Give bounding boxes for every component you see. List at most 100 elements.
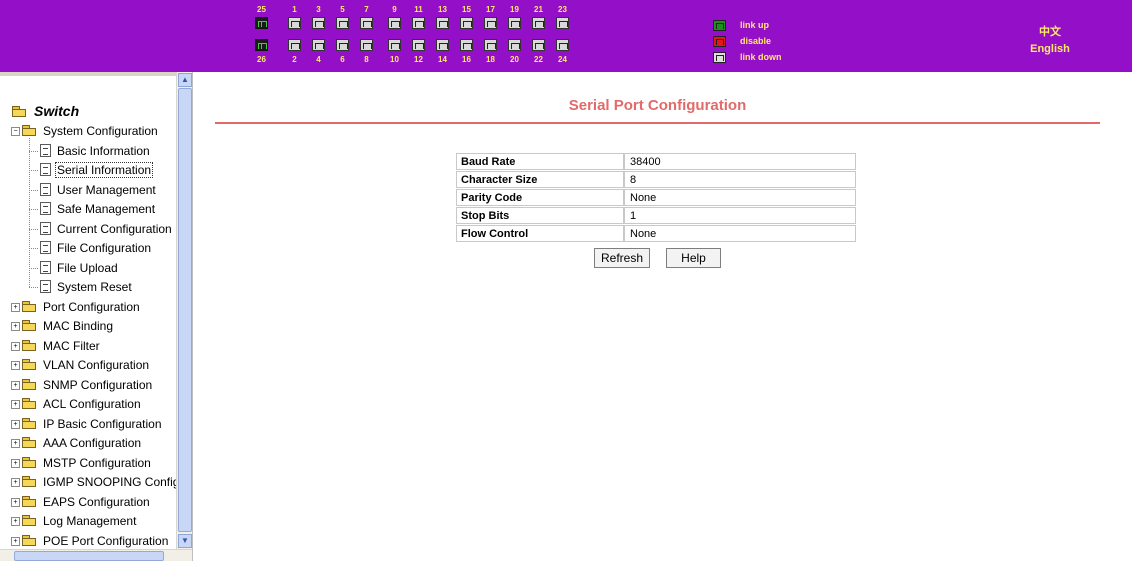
top-banner: 25 1 3 5 7 9 11 13 15 17 19 21 23 26 2 4 6 8 10 12 14 16 18 20 2… xyxy=(0,0,1132,72)
refresh-button[interactable]: Refresh xyxy=(594,248,650,268)
tree-item-label: AAA Configuration xyxy=(43,436,142,450)
expand-icon[interactable]: + xyxy=(11,341,20,351)
config-label: Character Size xyxy=(456,171,624,188)
port-number: 15 xyxy=(462,5,471,14)
config-row: Character Size 8 xyxy=(456,171,856,188)
scroll-down-icon[interactable]: ▼ xyxy=(178,534,192,548)
serial-config-table: Baud Rate 38400 Character Size 8 Parity Code… xyxy=(456,152,856,243)
gigabit-port-icon[interactable] xyxy=(255,39,268,51)
tree-connector xyxy=(29,189,38,191)
ethernet-port-icon[interactable] xyxy=(336,17,349,29)
ethernet-port-icon[interactable] xyxy=(388,39,401,51)
port-number: 23 xyxy=(558,5,567,14)
port-number: 17 xyxy=(486,5,495,14)
ethernet-port-icon[interactable] xyxy=(360,17,373,29)
tree-item-label: IGMP SNOOPING Config xyxy=(43,475,180,489)
tree-item-label: ACL Configuration xyxy=(43,397,141,411)
title-divider xyxy=(215,122,1100,124)
ethernet-port-icon[interactable] xyxy=(556,39,569,51)
page-icon xyxy=(40,260,51,274)
ethernet-port-icon[interactable] xyxy=(312,39,325,51)
tree-item-label: System Reset xyxy=(57,280,132,294)
vertical-scrollbar[interactable]: ▲ ▼ xyxy=(176,72,192,549)
ethernet-port-icon[interactable] xyxy=(436,17,449,29)
config-value: 8 xyxy=(624,171,856,188)
language-chinese-link[interactable]: 中文 xyxy=(1010,24,1090,41)
expand-icon[interactable]: + xyxy=(11,439,20,448)
port-number: 16 xyxy=(462,55,471,64)
ethernet-port-icon[interactable] xyxy=(532,39,545,51)
ethernet-port-icon[interactable] xyxy=(360,39,373,51)
tree-item-label: Port Configuration xyxy=(43,299,140,314)
ethernet-port-icon[interactable] xyxy=(460,17,473,29)
page-icon xyxy=(40,202,51,215)
page-title: Serial Port Configuration xyxy=(568,97,747,114)
ethernet-port-icon[interactable] xyxy=(388,17,401,29)
config-label: Flow Control xyxy=(456,225,624,242)
ethernet-port-icon[interactable] xyxy=(436,39,449,51)
gigabit-port-icon[interactable] xyxy=(255,17,268,29)
config-value: 1 xyxy=(624,207,856,224)
expand-icon[interactable]: + xyxy=(11,400,20,409)
tree-connector xyxy=(29,209,38,210)
tree-item-label: User Management xyxy=(57,182,156,197)
legend-label: link down xyxy=(740,52,782,62)
folder-icon xyxy=(22,495,37,507)
port-numbers-bottom: 26 2 4 6 8 10 12 14 16 18 20 22 24 xyxy=(255,55,595,64)
ethernet-port-icon[interactable] xyxy=(312,17,325,29)
horizontal-scroll-thumb[interactable] xyxy=(14,551,164,561)
expand-icon[interactable]: + xyxy=(11,302,20,312)
ethernet-port-icon[interactable] xyxy=(412,17,425,29)
ethernet-port-icon[interactable] xyxy=(532,17,545,29)
ethernet-port-icon[interactable] xyxy=(556,17,569,29)
expand-icon[interactable]: + xyxy=(11,536,20,546)
tree-item-label: VLAN Configuration xyxy=(43,358,150,372)
config-row: Stop Bits 1 xyxy=(456,207,856,224)
expand-icon[interactable]: + xyxy=(11,322,20,331)
vertical-scroll-thumb[interactable] xyxy=(178,88,192,532)
tree-item-label: MAC Filter xyxy=(43,338,100,353)
expand-icon[interactable]: + xyxy=(11,419,20,429)
folder-icon xyxy=(22,515,37,526)
tree-item-label: MAC Binding xyxy=(43,319,114,333)
config-row: Parity Code None xyxy=(456,189,856,206)
help-button[interactable]: Help xyxy=(666,248,721,268)
tree-item-label: SNMP Configuration xyxy=(43,377,153,392)
expand-icon[interactable]: + xyxy=(11,497,20,507)
expand-icon[interactable]: + xyxy=(11,517,20,526)
ethernet-port-icon[interactable] xyxy=(508,39,521,51)
tree-item-label: IP Basic Configuration xyxy=(43,416,162,431)
ethernet-port-icon[interactable] xyxy=(288,17,301,29)
expand-icon[interactable]: + xyxy=(11,458,20,468)
port-disable-icon xyxy=(713,36,726,47)
folder-icon xyxy=(22,125,37,136)
tree-item-label: Log Management xyxy=(43,514,137,528)
expand-icon[interactable]: + xyxy=(11,361,20,370)
ethernet-port-icon[interactable] xyxy=(412,39,425,51)
config-label: Baud Rate xyxy=(456,153,624,170)
language-english-link[interactable]: English xyxy=(1010,41,1090,58)
ethernet-port-icon[interactable] xyxy=(508,17,521,29)
expand-icon[interactable]: + xyxy=(11,380,20,390)
collapse-icon[interactable]: − xyxy=(11,127,20,136)
ethernet-port-icon[interactable] xyxy=(336,39,349,51)
page-icon xyxy=(40,143,51,157)
ethernet-port-icon[interactable] xyxy=(484,17,497,29)
port-number: 11 xyxy=(414,5,423,14)
ethernet-port-icon[interactable] xyxy=(460,39,473,51)
tree-connector xyxy=(29,170,38,171)
port-number: 12 xyxy=(414,55,423,64)
page-icon xyxy=(40,241,51,254)
port-number: 25 xyxy=(257,5,266,14)
folder-icon xyxy=(22,398,37,409)
folder-icon xyxy=(22,456,37,468)
expand-icon[interactable]: + xyxy=(11,478,20,487)
port-number: 10 xyxy=(390,55,399,64)
ethernet-port-icon[interactable] xyxy=(484,39,497,51)
tree-connector xyxy=(29,150,38,152)
folder-icon xyxy=(22,320,37,331)
tree-item-label: EAPS Configuration xyxy=(43,494,150,509)
scroll-up-icon[interactable]: ▲ xyxy=(178,73,192,87)
ethernet-port-icon[interactable] xyxy=(288,39,301,51)
horizontal-scrollbar[interactable] xyxy=(0,549,192,561)
